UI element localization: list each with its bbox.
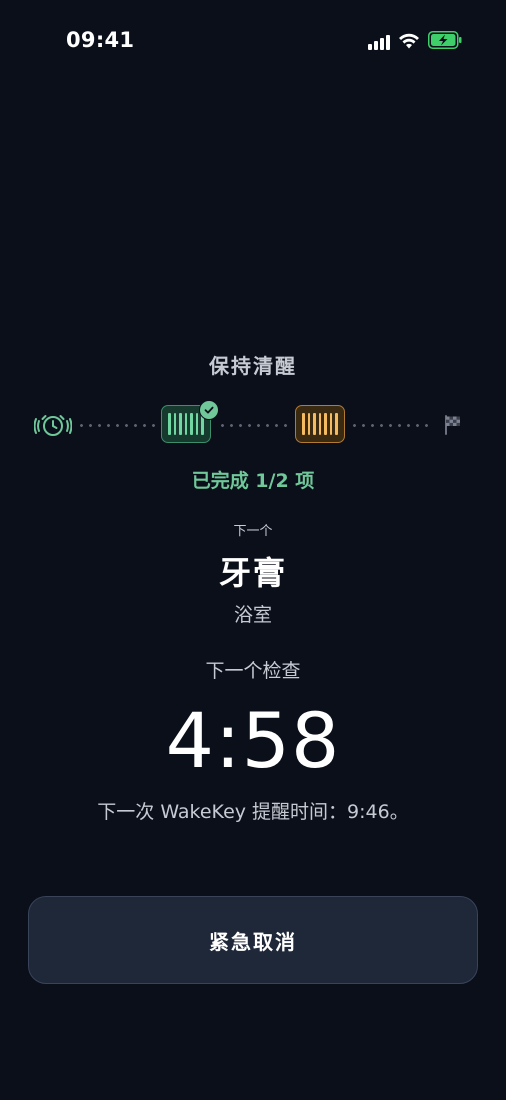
alarm-icon xyxy=(33,411,73,443)
wifi-icon xyxy=(398,32,420,53)
next-check-label: 下一个检查 xyxy=(205,660,301,682)
barcode-icon xyxy=(302,413,338,435)
battery-charging-icon xyxy=(428,31,462,53)
step-barcode-current xyxy=(295,405,345,443)
barcode-icon xyxy=(168,413,204,435)
finish-flag-icon xyxy=(443,414,463,440)
cellular-signal-icon xyxy=(368,34,390,50)
countdown-timer: 4:58 xyxy=(165,696,341,785)
check-icon xyxy=(199,400,219,420)
emergency-cancel-button[interactable]: 紧急取消 xyxy=(28,896,478,984)
next-wakekey-time: 下一次 WakeKey 提醒时间：9:46。 xyxy=(97,801,409,823)
progress-track xyxy=(0,400,506,450)
page-title: 保持清醒 xyxy=(209,354,297,378)
status-time: 09:41 xyxy=(66,28,135,52)
status-icons xyxy=(368,31,462,53)
next-item-name: 牙膏 xyxy=(218,554,287,592)
next-label: 下一个 xyxy=(233,524,273,539)
next-item-location: 浴室 xyxy=(233,604,272,626)
progress-connector xyxy=(77,424,157,427)
progress-status: 已完成 1/2 项 xyxy=(191,470,315,492)
status-bar: 09:41 xyxy=(0,0,506,84)
progress-connector xyxy=(218,424,292,427)
progress-connector xyxy=(350,424,430,427)
